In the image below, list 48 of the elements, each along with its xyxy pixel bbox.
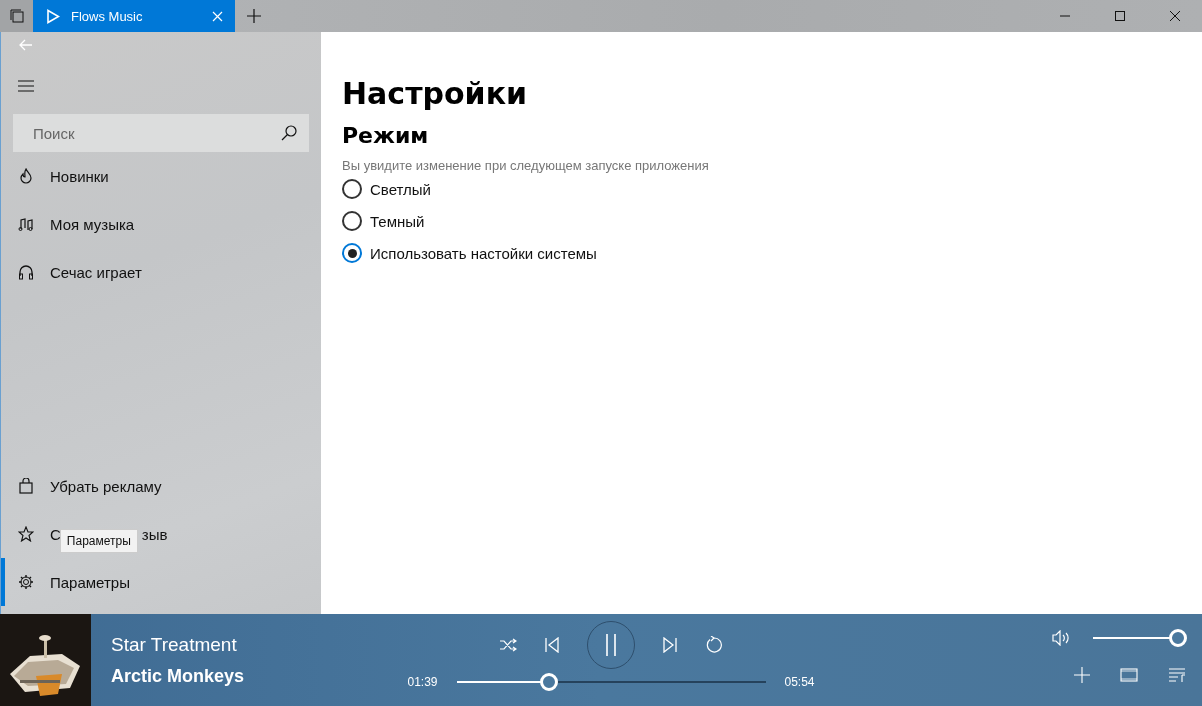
elapsed-time: 01:39 — [407, 675, 438, 689]
maximize-icon[interactable] — [1114, 10, 1126, 22]
nav-item[interactable]: Новинки — [1, 152, 321, 200]
music-notes-icon — [18, 216, 34, 232]
play-logo-icon — [46, 8, 60, 24]
seek-thumb[interactable] — [540, 673, 559, 691]
flame-icon — [18, 168, 34, 184]
volume-icon[interactable] — [1052, 630, 1072, 646]
page-title: Настройки — [342, 76, 528, 111]
playlist-icon[interactable] — [1168, 667, 1186, 683]
volume-thumb[interactable] — [1169, 629, 1187, 647]
menu-icon[interactable] — [18, 80, 34, 92]
mini-view-icon[interactable] — [1120, 668, 1138, 682]
section-heading: Режим — [342, 123, 430, 148]
new-tab-icon[interactable] — [247, 9, 261, 23]
nav-item[interactable]: Убрать рекламу — [1, 462, 321, 510]
nav-item[interactable]: Моя музыка — [1, 200, 321, 248]
previous-icon[interactable] — [544, 637, 560, 653]
close-icon[interactable] — [1169, 10, 1181, 22]
headphones-icon — [18, 264, 34, 280]
shuffle-icon[interactable] — [499, 638, 517, 652]
artist-name: Arctic Monkeys — [111, 666, 246, 687]
tabs-icon[interactable] — [0, 0, 33, 32]
search-icon[interactable] — [281, 125, 297, 141]
radio-button[interactable] — [342, 243, 362, 263]
radio-option[interactable]: Темный — [342, 205, 1182, 237]
hint-text: Вы увидите изменение при следующем запуске приложения — [342, 158, 710, 173]
nav-item[interactable]: Параметры — [1, 558, 321, 606]
pause-icon — [605, 634, 617, 656]
radio-button[interactable] — [342, 179, 362, 199]
add-icon[interactable] — [1074, 667, 1090, 683]
settings-icon — [18, 574, 34, 590]
total-time: 05:54 — [784, 675, 815, 689]
next-icon[interactable] — [662, 637, 678, 653]
search-field[interactable]: Поиск — [13, 114, 309, 152]
star-icon — [18, 526, 34, 542]
nav-item-label[interactable]: С — [50, 525, 61, 543]
radio-option[interactable]: Светлый — [342, 173, 1182, 205]
nav-item-label[interactable]: зыв — [141, 525, 168, 543]
radio-option[interactable]: Использовать настойки системы — [342, 237, 1182, 269]
shopping-bag-icon — [18, 478, 34, 494]
radio-button[interactable] — [342, 211, 362, 231]
repeat-icon[interactable] — [705, 636, 723, 654]
close-tab-icon[interactable] — [212, 10, 223, 22]
app-tab[interactable]: Flows Music — [33, 0, 235, 32]
nav-item[interactable]: Сечас играет — [1, 248, 321, 296]
tooltip: Параметры — [59, 529, 138, 553]
track-title: Star Treatment — [111, 634, 238, 656]
